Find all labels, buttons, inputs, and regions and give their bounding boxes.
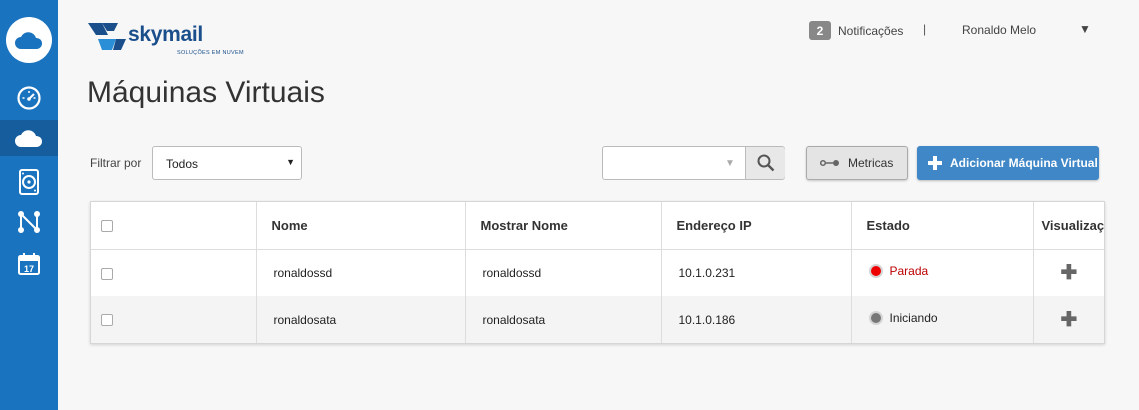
column-header-mostrar-nome[interactable]: Mostrar Nome xyxy=(465,202,662,250)
cell-visualizacao: ✚ xyxy=(1033,249,1104,296)
metrics-button[interactable]: Metricas xyxy=(806,146,908,180)
brand-tagline: SOLUÇÕES EM NUVEM xyxy=(177,50,244,56)
cloud-icon xyxy=(15,130,43,147)
cell-mostrar-nome: ronaldosata xyxy=(465,296,662,343)
user-name[interactable]: Ronaldo Melo xyxy=(962,23,1036,37)
notifications[interactable]: 2 Notificações xyxy=(809,21,903,40)
notifications-badge: 2 xyxy=(809,21,831,40)
sidebar-item-storage[interactable] xyxy=(0,164,58,200)
filter-select-value: Todos xyxy=(166,157,199,171)
status-label: Parada xyxy=(889,264,929,279)
column-header-visualizacao[interactable]: Visualização xyxy=(1033,202,1104,250)
calendar-day-label: 17 xyxy=(24,264,34,274)
table-row[interactable]: ronaldossd ronaldossd 10.1.0.231 Parada … xyxy=(91,249,1104,296)
cell-estado: Iniciando xyxy=(851,296,1034,343)
cell-endereco-ip: 10.1.0.231 xyxy=(661,249,852,296)
storage-disk-icon xyxy=(19,169,39,195)
cell-endereco-ip: 10.1.0.186 xyxy=(661,296,852,343)
notifications-label: Notificações xyxy=(838,23,904,38)
calendar-icon: 17 xyxy=(18,253,40,275)
column-header-nome[interactable]: Nome xyxy=(256,202,466,250)
cell-visualizacao: ✚ xyxy=(1033,296,1104,343)
plus-icon xyxy=(928,156,942,170)
status-indicator: Iniciando xyxy=(868,311,938,325)
status-label: Iniciando xyxy=(889,311,938,325)
row-select-cell xyxy=(91,249,257,296)
vm-table: Nome Mostrar Nome Endereço IP Estado Vis… xyxy=(90,201,1105,344)
skymail-logo-mark xyxy=(88,23,126,50)
header-separator: | xyxy=(923,22,927,36)
column-header-endereco-ip[interactable]: Endereço IP xyxy=(661,202,852,250)
expand-plus-icon[interactable]: ✚ xyxy=(1061,307,1078,332)
row-select-cell xyxy=(91,296,257,343)
cell-nome[interactable]: ronaldossd xyxy=(256,249,466,296)
dashboard-gauge-icon xyxy=(17,86,41,110)
column-header-estado[interactable]: Estado xyxy=(851,202,1034,250)
brand-name: skymail xyxy=(128,23,203,46)
select-all-checkbox[interactable] xyxy=(101,220,113,233)
add-virtual-machine-button[interactable]: Adicionar Máquina Virtual xyxy=(917,146,1099,180)
metrics-button-label: Metricas xyxy=(848,156,894,170)
cell-estado: Parada xyxy=(851,249,1034,296)
filter-select[interactable]: Todos ▼ xyxy=(152,146,302,180)
app-logo[interactable] xyxy=(6,17,52,63)
expand-plus-icon[interactable]: ✚ xyxy=(1061,260,1078,285)
sidebar: 17 xyxy=(0,0,58,410)
cell-mostrar-nome: ronaldossd xyxy=(465,249,662,296)
search-icon xyxy=(757,154,774,172)
cloud-icon xyxy=(15,32,43,49)
search-dropdown-caret-icon[interactable]: ▼ xyxy=(725,158,735,169)
table-header-row: Nome Mostrar Nome Endereço IP Estado Vis… xyxy=(91,202,1104,250)
row-checkbox[interactable] xyxy=(101,267,113,280)
table-row[interactable]: ronaldosata ronaldosata 10.1.0.186 Inici… xyxy=(91,296,1104,343)
status-starting-icon xyxy=(868,311,883,325)
user-menu-caret-icon[interactable]: ▼ xyxy=(1079,22,1091,36)
select-all-header xyxy=(91,202,257,250)
row-checkbox[interactable] xyxy=(101,314,113,327)
add-virtual-machine-label: Adicionar Máquina Virtual xyxy=(950,156,1098,170)
search-box: ▼ xyxy=(602,146,785,180)
sidebar-item-calendar[interactable]: 17 xyxy=(0,246,58,282)
cell-nome[interactable]: ronaldosata xyxy=(256,296,466,343)
search-button[interactable] xyxy=(745,147,785,179)
search-input[interactable] xyxy=(604,148,714,178)
sidebar-item-dashboard[interactable] xyxy=(0,80,58,116)
sidebar-item-network[interactable] xyxy=(0,204,58,240)
status-stopped-icon xyxy=(868,264,883,279)
chevron-down-icon: ▼ xyxy=(286,157,295,167)
brand-logo[interactable]: skymail SOLUÇÕES EM NUVEM xyxy=(88,20,248,58)
sidebar-item-cloud[interactable] xyxy=(0,120,58,156)
status-indicator: Parada xyxy=(868,264,929,279)
metrics-icon xyxy=(820,159,839,167)
filter-label: Filtrar por xyxy=(90,156,142,170)
network-nodes-icon xyxy=(18,211,40,233)
page-title: Máquinas Virtuais xyxy=(87,76,325,109)
